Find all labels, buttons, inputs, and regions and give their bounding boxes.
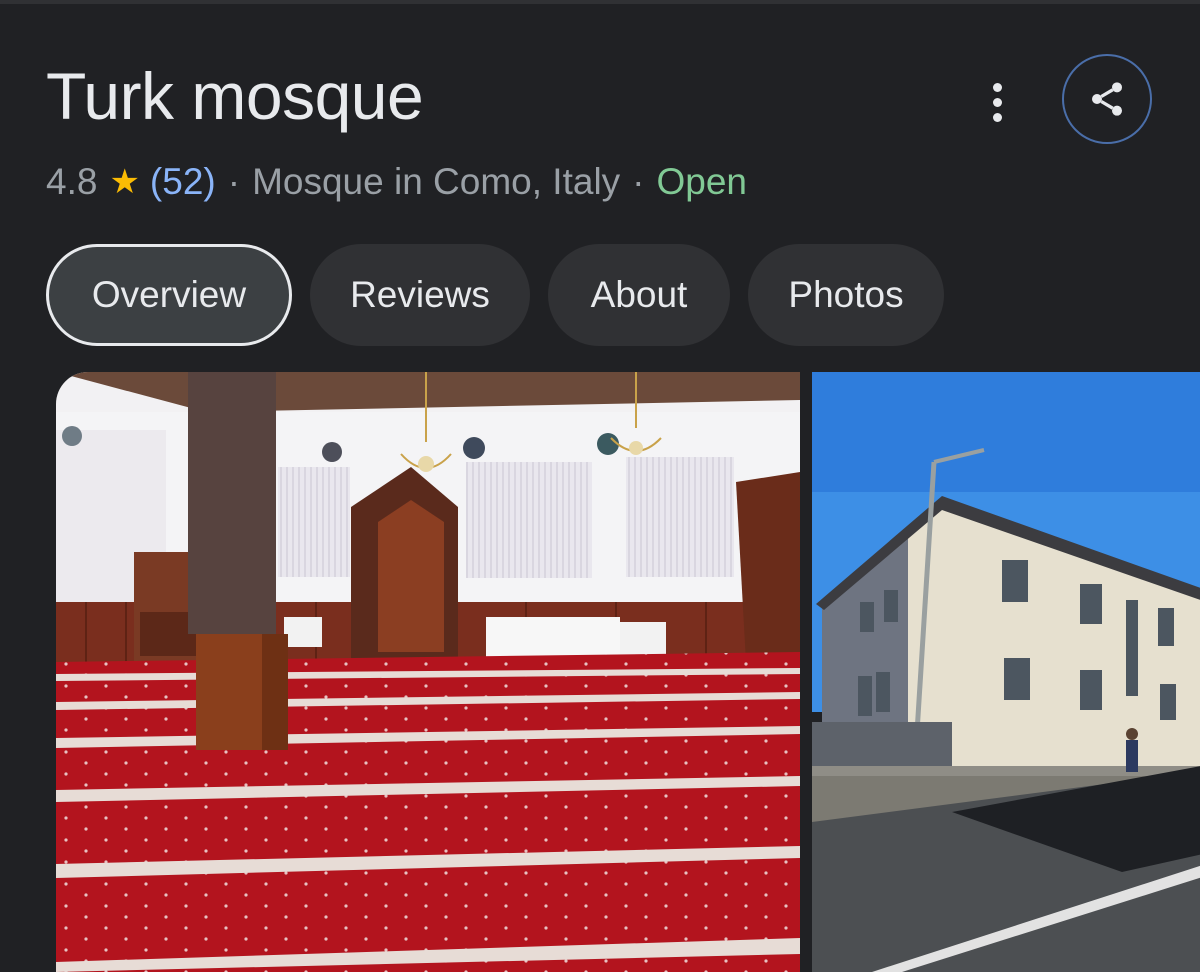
separator: · — [632, 161, 645, 202]
share-button[interactable] — [1062, 54, 1152, 144]
rating-value: 4.8 — [46, 161, 98, 202]
category-location: Mosque in Como, Italy — [252, 161, 621, 202]
separator: · — [227, 161, 241, 202]
tab-reviews[interactable]: Reviews — [310, 244, 530, 346]
review-count-link[interactable]: (52) — [150, 158, 216, 206]
more-vert-icon-dot — [992, 112, 1002, 122]
top-divider — [0, 0, 1200, 4]
tab-about[interactable]: About — [548, 244, 730, 346]
interior-photo[interactable] — [56, 372, 800, 972]
tab-bar: Overview Reviews About Photos — [46, 244, 944, 346]
exterior-photo[interactable] — [812, 372, 1200, 972]
star-icon: ★ — [109, 163, 140, 201]
more-vert-icon-dot — [992, 97, 1002, 107]
open-status: Open — [656, 161, 748, 202]
tab-overview[interactable]: Overview — [46, 244, 292, 346]
more-options-button[interactable] — [976, 78, 1018, 126]
place-title: Turk mosque — [46, 59, 424, 133]
share-icon — [1092, 82, 1122, 116]
place-summary: 4.8 ★ (52) · Mosque in Como, Italy · Ope… — [46, 158, 747, 206]
more-vert-icon — [992, 82, 1002, 92]
tab-photos[interactable]: Photos — [748, 244, 944, 346]
